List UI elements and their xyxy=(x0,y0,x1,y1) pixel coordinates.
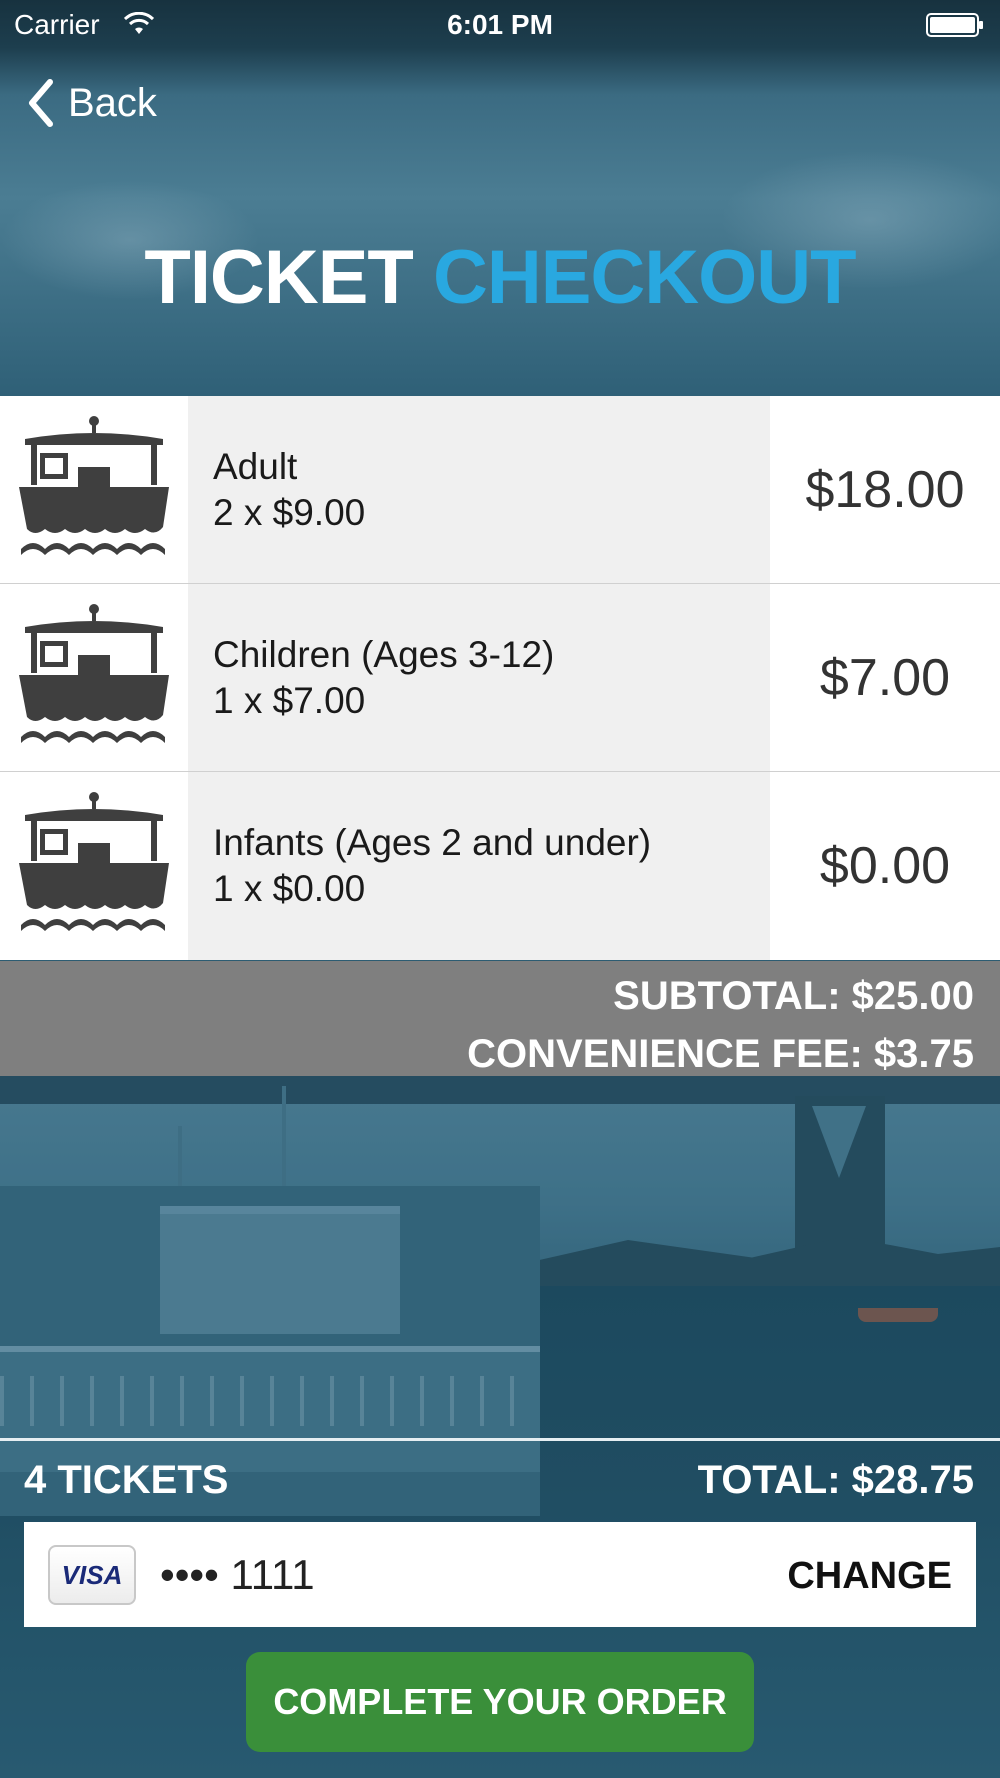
title-part-checkout: CHECKOUT xyxy=(432,235,857,320)
tickets-count: 4 TICKETS xyxy=(24,1458,229,1502)
ticket-info: Infants (Ages 2 and under) 1 x $0.00 xyxy=(188,772,770,960)
ticket-icon-cell xyxy=(0,396,188,583)
status-bar: Carrier 6:01 PM xyxy=(0,0,1000,50)
ticket-name: Infants (Ages 2 and under) xyxy=(213,822,652,863)
ticket-list: Adult 2 x $9.00 $18.00 Children (Ages 3-… xyxy=(0,396,1000,960)
page-title: TICKET CHECKOUT xyxy=(0,236,1000,320)
change-payment-button[interactable]: CHANGE xyxy=(787,1552,952,1600)
ticket-price: $18.00 xyxy=(770,396,1000,583)
convenience-fee-label: CONVENIENCE FEE: $3.75 xyxy=(467,1032,974,1076)
ticket-icon-cell xyxy=(0,772,188,960)
back-label: Back xyxy=(68,80,157,125)
card-number-masked: •••• 1111 xyxy=(160,1551,315,1598)
ticket-info: Adult 2 x $9.00 xyxy=(188,396,770,583)
ticket-info: Children (Ages 3-12) 1 x $7.00 xyxy=(188,584,770,771)
payment-method: VISA •••• 1111 CHANGE xyxy=(24,1522,976,1627)
complete-order-button[interactable]: COMPLETE YOUR ORDER xyxy=(246,1652,754,1752)
back-button[interactable]: Back xyxy=(26,76,157,130)
chevron-left-icon xyxy=(29,79,53,127)
battery-icon xyxy=(926,13,983,37)
ferry-icon xyxy=(19,415,169,555)
divider xyxy=(0,1438,1000,1441)
ticket-row-adult: Adult 2 x $9.00 $18.00 xyxy=(0,396,1000,584)
ticket-quantity: 1 x $0.00 xyxy=(213,868,366,909)
ticket-row-children: Children (Ages 3-12) 1 x $7.00 $7.00 xyxy=(0,584,1000,772)
ticket-quantity: 1 x $7.00 xyxy=(213,679,366,721)
title-part-ticket: TICKET xyxy=(144,235,413,320)
subtotal-label: SUBTOTAL: $25.00 xyxy=(613,974,974,1018)
visa-card-icon: VISA xyxy=(48,1545,136,1605)
status-time: 6:01 PM xyxy=(447,9,553,40)
order-total: TOTAL: $28.75 xyxy=(697,1458,974,1502)
ticket-price: $7.00 xyxy=(770,584,1000,771)
ticket-quantity: 2 x $9.00 xyxy=(213,491,366,533)
ferry-icon xyxy=(19,792,169,931)
ticket-icon-cell xyxy=(0,584,188,771)
ferry-icon xyxy=(19,603,169,743)
ticket-row-infants: Infants (Ages 2 and under) 1 x $0.00 $0.… xyxy=(0,772,1000,960)
ticket-name: Adult xyxy=(213,445,298,487)
ticket-price: $0.00 xyxy=(770,772,1000,960)
ticket-name: Children (Ages 3-12) xyxy=(213,633,555,675)
order-summary: SUBTOTAL: $25.00 CONVENIENCE FEE: $3.75 xyxy=(0,961,1000,1076)
header-background xyxy=(0,0,1000,396)
